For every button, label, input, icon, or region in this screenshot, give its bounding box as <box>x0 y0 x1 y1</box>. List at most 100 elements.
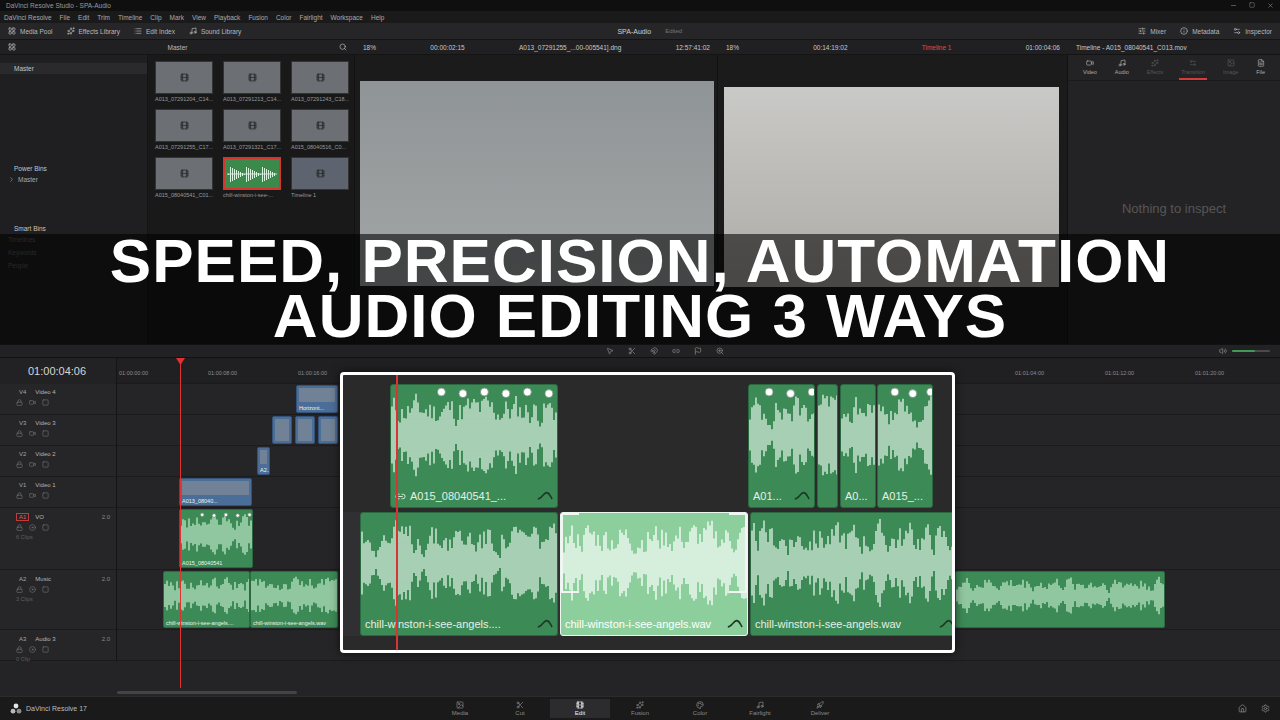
menu-item[interactable]: File <box>60 14 70 21</box>
keyframe-dot[interactable] <box>927 388 932 396</box>
menu-item[interactable]: Clip <box>150 14 161 21</box>
track-name[interactable]: Video 3 <box>35 420 110 426</box>
track-toggle-icon[interactable] <box>42 586 49 593</box>
track-name[interactable]: Video 1 <box>35 482 110 488</box>
lock-icon[interactable] <box>16 524 23 531</box>
menu-item[interactable]: View <box>192 14 206 21</box>
audio-clip[interactable] <box>955 571 1165 628</box>
video-clip[interactable] <box>295 416 315 444</box>
track-id[interactable]: A1 <box>16 513 29 521</box>
toolbar-button[interactable]: Sound Library <box>189 27 241 35</box>
media-clip[interactable]: A013_07291321_C17... <box>223 109 285 152</box>
page-tab[interactable]: Fusion <box>610 699 670 718</box>
inset-audio-clip[interactable]: A015_... <box>877 384 933 508</box>
bin-list-icon[interactable] <box>8 43 16 51</box>
inset-audio-clip[interactable]: chill-winston-i-see-angels.... <box>360 512 558 636</box>
lock-icon[interactable] <box>16 430 23 437</box>
inset-playhead[interactable] <box>396 375 398 650</box>
inset-audio-clip[interactable]: chill-winston-i-see-angels.wav <box>750 512 955 636</box>
zoom-icon[interactable] <box>716 347 724 355</box>
keyframe-dot[interactable] <box>909 390 917 398</box>
camera-icon[interactable] <box>29 430 36 437</box>
maximize-icon[interactable] <box>1249 2 1255 8</box>
menu-item[interactable]: DaVinci Resolve <box>4 14 52 21</box>
trim-handle-right[interactable] <box>729 513 747 593</box>
source-zoom[interactable]: 18% <box>363 44 376 51</box>
fade-curve-icon[interactable] <box>537 491 553 501</box>
clip-thumbnail[interactable] <box>291 157 349 190</box>
clip-thumbnail[interactable] <box>223 61 281 94</box>
menu-item[interactable]: Mark <box>170 14 184 21</box>
keyframe-dot[interactable] <box>545 390 553 398</box>
track-toggle-icon[interactable] <box>42 461 49 468</box>
home-icon[interactable] <box>1238 704 1247 713</box>
toolbar-button[interactable]: Metadata <box>1180 27 1219 35</box>
fade-curve-icon[interactable] <box>794 491 810 501</box>
inspector-tab[interactable]: Video <box>1081 58 1099 80</box>
video-clip[interactable] <box>272 416 292 444</box>
timeline-zoom[interactable]: 18% <box>726 44 739 51</box>
clip-thumbnail[interactable] <box>155 61 213 94</box>
camera-icon[interactable] <box>29 399 36 406</box>
search-icon[interactable] <box>339 43 347 51</box>
menu-item[interactable]: Playback <box>214 14 240 21</box>
audio-clip[interactable]: chill-winston-i-see-angels.wav <box>250 571 338 628</box>
clip-thumbnail[interactable] <box>291 109 349 142</box>
settings-icon[interactable] <box>1261 704 1270 713</box>
track-name[interactable]: VO <box>35 514 95 520</box>
inset-audio-clip[interactable] <box>817 384 838 508</box>
toolbar-button[interactable]: Edit Index <box>134 27 175 35</box>
inspector-tab[interactable]: Effects <box>1145 58 1166 80</box>
video-clip[interactable]: A2... <box>257 447 270 475</box>
keyframe-dot[interactable] <box>224 513 228 517</box>
track-id[interactable]: A3 <box>16 635 29 643</box>
inspector-tab[interactable]: File <box>1254 58 1267 80</box>
fade-curve-icon[interactable] <box>939 619 955 629</box>
clip-thumbnail[interactable] <box>155 157 213 190</box>
monitor-icon[interactable] <box>29 586 36 593</box>
media-clip[interactable]: A015_08040541_C01... <box>155 157 217 200</box>
page-tab[interactable]: Deliver <box>790 699 850 718</box>
video-clip[interactable]: Horizont... <box>296 385 338 413</box>
toolbar-button[interactable]: Effects Library <box>67 27 120 35</box>
keyframe-dot[interactable] <box>437 388 445 396</box>
monitor-icon[interactable] <box>29 646 36 653</box>
inspector-tab[interactable]: Transition <box>1179 58 1207 80</box>
video-clip[interactable]: A013_08040... <box>179 478 252 506</box>
keyframe-dot[interactable] <box>248 513 252 517</box>
keyframe-dot[interactable] <box>480 388 488 396</box>
clip-thumbnail[interactable] <box>223 109 281 142</box>
inspector-tab[interactable]: Image <box>1221 58 1240 80</box>
lock-icon[interactable] <box>16 461 23 468</box>
selection-tool-icon[interactable] <box>606 347 614 355</box>
keyframe-dot[interactable] <box>523 388 531 396</box>
keyframe-dot[interactable] <box>212 514 216 518</box>
trim-handle-left[interactable] <box>561 513 579 593</box>
track-name[interactable]: Video 2 <box>35 451 110 457</box>
page-tab[interactable]: Media <box>430 699 490 718</box>
power-bin-item[interactable]: Master <box>0 173 147 186</box>
fade-curve-icon[interactable] <box>537 619 553 629</box>
keyframe-dot[interactable] <box>891 388 899 396</box>
track-toggle-icon[interactable] <box>42 399 49 406</box>
track-name[interactable]: Audio 3 <box>35 636 95 642</box>
bin-master[interactable]: Master <box>0 64 48 73</box>
media-clip[interactable]: A015_08040516_C0... <box>291 109 353 152</box>
media-clip[interactable]: A013_07291204_C14... <box>155 61 217 104</box>
media-clip[interactable]: chill-winston-i-see-... <box>223 157 285 200</box>
playhead[interactable] <box>180 358 181 688</box>
menu-item[interactable]: Fusion <box>248 14 268 21</box>
minimize-icon[interactable] <box>1230 2 1237 9</box>
fade-curve-icon[interactable] <box>927 491 928 501</box>
keyframe-dot[interactable] <box>200 513 204 517</box>
media-clip[interactable]: A013_07291213_C14... <box>223 61 285 104</box>
track-toggle-icon[interactable] <box>42 524 49 531</box>
volume-slider[interactable] <box>1232 350 1270 352</box>
clip-thumbnail[interactable] <box>155 109 213 142</box>
keyframe-dot[interactable] <box>502 390 510 398</box>
keyframe-dot[interactable] <box>459 390 467 398</box>
menu-item[interactable]: Trim <box>97 14 110 21</box>
toolbar-button[interactable]: Mixer <box>1138 27 1166 35</box>
lock-icon[interactable] <box>16 586 23 593</box>
keyframe-dot[interactable] <box>808 388 814 396</box>
